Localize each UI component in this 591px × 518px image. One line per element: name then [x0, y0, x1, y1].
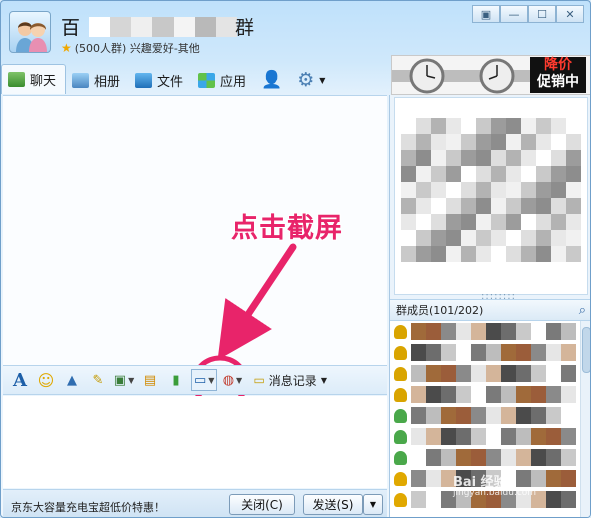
maximize-button[interactable]: ☐	[528, 5, 556, 23]
member-name-redacted	[411, 323, 576, 340]
close-button[interactable]: 关闭(C)	[229, 494, 295, 515]
member-list-header: 群成员(101/202) ⌕	[390, 299, 590, 321]
watermark: Bai 经验 jingyan.baidu.com	[453, 471, 536, 498]
group-avatar[interactable]	[9, 11, 51, 53]
member-role-icon	[394, 429, 407, 444]
tab-chat[interactable]: 聊天	[1, 64, 67, 94]
send-file-icon[interactable]: ▤	[139, 369, 161, 391]
member-role-icon	[394, 324, 407, 339]
member-role-icon	[394, 471, 407, 486]
history-icon: ▭	[253, 373, 265, 387]
group-category: (500人群) 兴趣爱好-其他	[74, 42, 200, 55]
chevron-down-icon: ▼	[208, 375, 215, 385]
title-redacted	[89, 17, 237, 37]
history-label: 消息记录	[268, 373, 317, 388]
member-row[interactable]	[390, 405, 580, 426]
green-app-icon[interactable]: ▮	[165, 369, 187, 391]
member-role-icon	[394, 492, 407, 507]
member-role-icon	[394, 450, 407, 465]
watch-image	[392, 58, 532, 94]
close-window-button[interactable]: ✕	[556, 5, 584, 23]
tab-files[interactable]: 文件	[129, 66, 192, 94]
message-input[interactable]	[3, 396, 387, 488]
minimize-button[interactable]: —	[500, 5, 528, 23]
window-controls: ▣ — ☐ ✕	[472, 5, 584, 23]
magic-icon[interactable]: ▲	[61, 369, 83, 391]
window-title-end: 群	[235, 17, 255, 39]
member-role-icon	[394, 345, 407, 360]
scrollbar-thumb[interactable]	[582, 327, 590, 373]
doodle-icon[interactable]: ✎	[87, 369, 109, 391]
send-button[interactable]: 发送(S)	[303, 494, 363, 515]
notice-redacted	[401, 118, 581, 262]
search-icon[interactable]: ⌕	[579, 303, 586, 318]
member-row[interactable]	[390, 384, 580, 405]
group-subtitle: ★ (500人群) 兴趣爱好-其他	[61, 40, 200, 56]
member-name-redacted	[411, 449, 576, 466]
tab-album[interactable]: 相册	[66, 66, 129, 94]
member-role-icon	[394, 408, 407, 423]
shake-icon[interactable]: ◍ ▼	[221, 369, 243, 391]
member-row[interactable]	[390, 426, 580, 447]
watch-ad-banner[interactable]: 降价 促销中	[391, 55, 590, 95]
annotation-text: 点击截屏	[231, 213, 343, 244]
member-row[interactable]	[390, 342, 580, 363]
chevron-down-icon: ▼	[319, 75, 326, 85]
settings-button[interactable]: ⚙ ▼	[291, 66, 334, 94]
image-icon[interactable]: ▣ ▼	[113, 369, 135, 391]
ad-line1: 降价	[544, 57, 572, 73]
member-name-redacted	[411, 386, 576, 403]
tab-chat-label: 聊天	[30, 74, 57, 89]
member-name-redacted	[411, 407, 576, 424]
tab-bar: 聊天 相册 文件 应用 👤 ⚙ ▼	[1, 64, 334, 94]
add-user-icon: 👤	[261, 70, 283, 90]
apps-icon	[198, 72, 216, 88]
promo-link[interactable]: 京东大容量充电宝超低价特惠！	[11, 499, 165, 515]
tab-apps-label: 应用	[220, 74, 247, 90]
star-icon: ★	[61, 41, 72, 55]
member-row[interactable]	[390, 447, 580, 468]
skin-button[interactable]: ▣	[472, 5, 500, 23]
member-name-redacted	[411, 365, 576, 382]
window-title: 百	[61, 17, 81, 39]
add-member-button[interactable]: 👤	[255, 66, 291, 94]
group-notice: ::::::::	[394, 97, 588, 302]
right-panel: :::::::: 群成员(101/202) ⌕	[389, 95, 590, 517]
chat-icon	[8, 72, 25, 87]
member-role-icon	[394, 366, 407, 381]
member-count: 群成员(101/202)	[396, 304, 484, 317]
tab-files-label: 文件	[157, 74, 184, 90]
font-icon[interactable]: A	[9, 369, 31, 391]
chevron-down-icon: ▼	[320, 375, 327, 385]
chat-window: 百 群 ★ (500人群) 兴趣爱好-其他 ▣ — ☐ ✕ 聊天 相册 文件 应…	[0, 0, 591, 518]
tab-album-label: 相册	[94, 74, 121, 90]
ad-text: 降价 促销中	[530, 57, 586, 93]
member-scrollbar[interactable]	[580, 321, 590, 517]
member-row[interactable]	[390, 363, 580, 384]
watermark-url: jingyan.baidu.com	[453, 488, 537, 498]
member-name-redacted	[411, 428, 576, 445]
gear-icon: ⚙	[297, 69, 315, 91]
tab-apps[interactable]: 应用	[192, 66, 255, 94]
member-role-icon	[394, 387, 407, 402]
photo-icon	[72, 72, 90, 88]
ad-line2: 促销中	[537, 74, 579, 90]
emoji-icon[interactable]: ☺	[35, 369, 57, 391]
send-options-button[interactable]: ▼	[363, 494, 383, 515]
chevron-down-icon: ▼	[236, 375, 243, 385]
member-name-redacted	[411, 344, 576, 361]
history-button[interactable]: ▭ 消息记录 ▼	[253, 372, 327, 389]
member-row[interactable]	[390, 321, 580, 342]
chevron-down-icon: ▼	[128, 375, 135, 385]
folder-icon	[135, 72, 153, 88]
screenshot-icon[interactable]: ▭ ▼	[191, 369, 218, 391]
input-toolbar: A ☺ ▲ ✎ ▣ ▼ ▤ ▮ ▭ ▼ ◍ ▼ ▭ 消息记录 ▼	[3, 365, 387, 395]
bottom-bar: 京东大容量充电宝超低价特惠！ 关闭(C) 发送(S) ▼	[3, 489, 387, 517]
